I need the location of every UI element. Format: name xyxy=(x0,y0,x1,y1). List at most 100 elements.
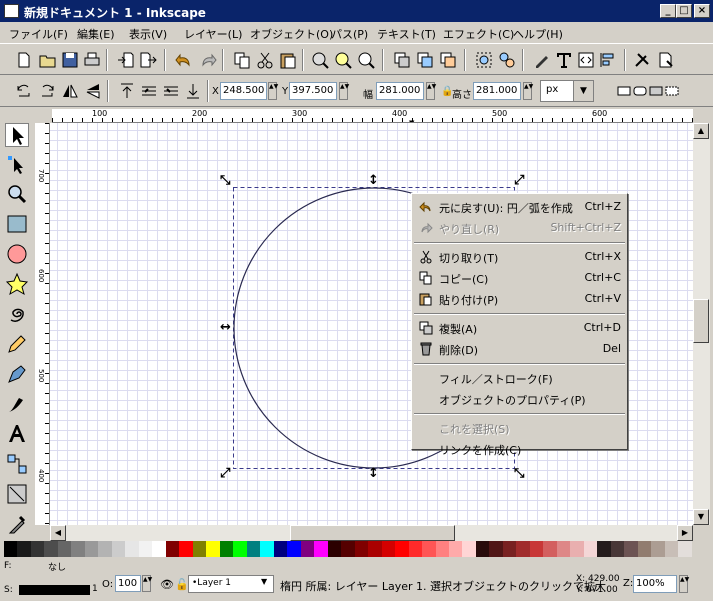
palette-swatch[interactable] xyxy=(206,541,220,557)
scale-handle-n-icon[interactable]: ↕ xyxy=(368,174,379,187)
stroke-swatch[interactable] xyxy=(19,585,90,595)
star-tool-icon[interactable] xyxy=(5,272,29,296)
menu-layer[interactable]: レイヤー(L) xyxy=(184,26,242,42)
scroll-down-button[interactable]: ▼ xyxy=(693,509,709,525)
menu-file[interactable]: ファイル(F) xyxy=(9,26,68,42)
scale-handle-se-icon[interactable]: ⤡ xyxy=(514,467,524,480)
palette-swatch[interactable] xyxy=(57,541,72,557)
context-menu-item[interactable]: リンクを作成(C) xyxy=(414,439,625,459)
scale-handle-w-icon[interactable]: ↔ xyxy=(220,321,231,334)
clone-icon[interactable] xyxy=(415,50,435,70)
lock-layer-icon[interactable]: 🔓 xyxy=(175,578,189,591)
maximize-button[interactable]: □ xyxy=(676,4,692,18)
zoom-input[interactable]: 100% xyxy=(633,575,677,593)
vertical-scrollbar[interactable]: ▲ ▼ xyxy=(693,123,710,525)
menu-effects[interactable]: エフェクト(C) xyxy=(443,26,514,42)
palette-swatch[interactable] xyxy=(651,541,665,557)
open-icon[interactable] xyxy=(38,50,58,70)
scale-corners-icon[interactable] xyxy=(630,81,647,101)
text-tool-icon[interactable] xyxy=(5,422,29,446)
palette-swatch[interactable] xyxy=(637,541,652,557)
palette-swatch[interactable] xyxy=(17,541,31,557)
rectangle-tool-icon[interactable] xyxy=(5,212,29,236)
scale-handle-ne-icon[interactable]: ⤢ xyxy=(514,174,524,187)
menu-help[interactable]: ヘルプ(H) xyxy=(513,26,563,42)
context-menu-item[interactable]: 元に戻す(U): 円／弧を作成 Ctrl+Z xyxy=(414,197,625,217)
palette-swatch[interactable] xyxy=(30,541,45,557)
x-input[interactable]: 248.500 xyxy=(220,82,267,100)
rotate-cw-icon[interactable] xyxy=(37,81,57,101)
spiral-tool-icon[interactable] xyxy=(5,302,29,326)
duplicate-icon[interactable] xyxy=(392,50,412,70)
palette-swatch[interactable] xyxy=(219,541,234,557)
palette-swatch[interactable] xyxy=(138,541,153,557)
palette-swatch[interactable] xyxy=(71,541,85,557)
scroll-right-button[interactable]: ▶ xyxy=(677,525,693,541)
paste-icon[interactable] xyxy=(278,50,298,70)
palette-swatch[interactable] xyxy=(152,541,166,557)
lower-icon[interactable] xyxy=(161,81,181,101)
palette-swatch[interactable] xyxy=(502,541,517,557)
menu-path[interactable]: パス(P) xyxy=(331,26,368,42)
raise-to-top-icon[interactable] xyxy=(117,81,137,101)
palette-swatch[interactable] xyxy=(4,541,18,557)
group-icon[interactable] xyxy=(474,50,494,70)
palette-swatch[interactable] xyxy=(448,541,463,557)
palette-swatch[interactable] xyxy=(44,541,58,557)
palette-swatch[interactable] xyxy=(125,541,139,557)
horizontal-scrollbar[interactable]: ◀ ▶ xyxy=(50,525,693,541)
palette-swatch[interactable] xyxy=(475,541,490,557)
width-spinner[interactable]: ▲▼ xyxy=(426,82,436,100)
palette-swatch[interactable] xyxy=(341,541,355,557)
context-menu-item[interactable]: 複製(A) Ctrl+D xyxy=(414,318,625,338)
palette-swatch[interactable] xyxy=(570,541,584,557)
palette-swatch[interactable] xyxy=(98,541,112,557)
undo-icon[interactable] xyxy=(174,50,194,70)
flip-vertical-icon[interactable] xyxy=(83,81,103,101)
node-tool-icon[interactable] xyxy=(5,153,29,177)
menu-text[interactable]: テキスト(T) xyxy=(377,26,436,42)
rotate-ccw-icon[interactable] xyxy=(14,81,34,101)
palette-swatch[interactable] xyxy=(489,541,503,557)
pencil-tool-icon[interactable] xyxy=(5,332,29,356)
opacity-input[interactable]: 100 xyxy=(115,575,141,592)
x-spinner[interactable]: ▲▼ xyxy=(268,82,278,100)
vertical-scroll-thumb[interactable] xyxy=(693,299,709,343)
save-icon[interactable] xyxy=(60,50,80,70)
palette-swatch[interactable] xyxy=(408,541,423,557)
layer-select[interactable]: •Layer 1 ▼ xyxy=(188,575,274,593)
palette-swatch[interactable] xyxy=(556,541,571,557)
y-input[interactable]: 397.500 xyxy=(289,82,337,100)
horizontal-scroll-thumb[interactable] xyxy=(290,525,455,541)
zoom-page-icon[interactable] xyxy=(356,50,376,70)
scale-handle-sw-icon[interactable]: ⤢ xyxy=(220,467,230,480)
palette-swatch[interactable] xyxy=(179,541,193,557)
palette-swatch[interactable] xyxy=(583,541,598,557)
palette-swatch[interactable] xyxy=(233,541,247,557)
palette-swatch[interactable] xyxy=(435,541,449,557)
palette-swatch[interactable] xyxy=(597,541,611,557)
palette-swatch[interactable] xyxy=(462,541,476,557)
opacity-spinner[interactable]: ▲▼ xyxy=(142,575,152,592)
palette-swatch[interactable] xyxy=(287,541,301,557)
palette-swatch[interactable] xyxy=(273,541,288,557)
new-document-icon[interactable] xyxy=(14,50,34,70)
context-menu-item[interactable]: コピー(C) Ctrl+C xyxy=(414,268,625,288)
import-icon[interactable] xyxy=(116,50,136,70)
raise-icon[interactable] xyxy=(139,81,159,101)
text-font-icon[interactable] xyxy=(554,50,574,70)
palette-swatch[interactable] xyxy=(664,541,679,557)
eye-icon[interactable]: 👁 xyxy=(160,578,174,591)
menu-object[interactable]: オブジェクト(O) xyxy=(250,26,333,42)
context-menu-item[interactable]: 貼り付け(P) Ctrl+V xyxy=(414,289,625,309)
preferences-icon[interactable] xyxy=(632,50,652,70)
palette-swatch[interactable] xyxy=(111,541,126,557)
menu-view[interactable]: 表示(V) xyxy=(129,26,167,42)
menu-edit[interactable]: 編集(E) xyxy=(77,26,115,42)
palette-swatch[interactable] xyxy=(678,541,692,557)
gradient-tool-icon[interactable] xyxy=(5,482,29,506)
dropper-tool-icon[interactable] xyxy=(5,512,29,536)
palette-swatch[interactable] xyxy=(314,541,328,557)
palette-swatch[interactable] xyxy=(610,541,625,557)
pen-tool-icon[interactable] xyxy=(5,362,29,386)
